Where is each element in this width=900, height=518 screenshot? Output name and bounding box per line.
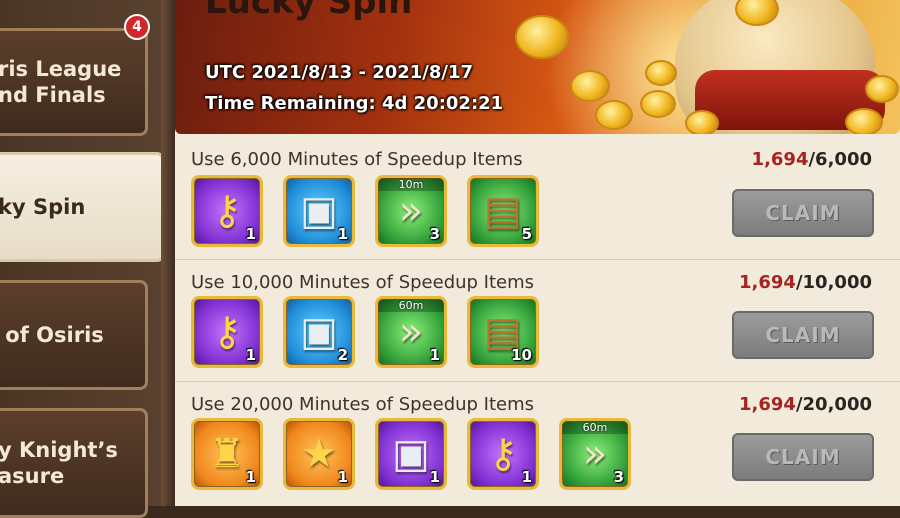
quest-row: Use 6,000 Minutes of Speedup Items 1,694…	[175, 137, 900, 260]
event-banner: Lucky Spin UTC 2021/8/13 - 2021/8/17 Tim…	[175, 0, 900, 134]
reward-quantity: 1	[245, 225, 256, 243]
sidebar-tab-of-osiris[interactable]: of Osiris	[0, 280, 148, 390]
claim-button[interactable]: CLAIM	[732, 189, 874, 237]
gold-coin-icon	[865, 75, 899, 103]
reward-quantity: 1	[245, 346, 256, 364]
reward-quantity: 1	[337, 225, 348, 243]
reward-item[interactable]: ⚷ 1	[191, 175, 263, 247]
reward-item[interactable]: ▣ 1	[283, 175, 355, 247]
reward-quantity: 1	[337, 468, 348, 486]
event-sidebar: ris League nd Finals 4 ky Spin of Osiris…	[0, 0, 176, 518]
quest-progress: 1,694/10,000	[739, 272, 872, 293]
reward-list: ⚷ 1 ▣ 2 60m» 1 ▤ 10	[191, 296, 539, 368]
gold-coin-icon	[845, 108, 883, 134]
reward-quantity: 1	[521, 468, 532, 486]
reward-quantity: 5	[521, 225, 532, 243]
gold-coin-icon	[685, 110, 719, 134]
event-date-range: UTC 2021/8/13 - 2021/8/17	[205, 62, 474, 83]
claim-button[interactable]: CLAIM	[732, 311, 874, 359]
reward-item[interactable]: ⚷ 1	[191, 296, 263, 368]
quest-title: Use 20,000 Minutes of Speedup Items	[191, 394, 535, 415]
reward-item[interactable]: 60m» 3	[559, 418, 631, 490]
reward-quantity: 3	[429, 225, 440, 243]
reward-item[interactable]: ▤ 10	[467, 296, 539, 368]
progress-current: 1,694	[739, 272, 796, 293]
reward-quantity: 1	[245, 468, 256, 486]
reward-quantity: 1	[429, 346, 440, 364]
progress-current: 1,694	[751, 149, 809, 170]
reward-quantity: 10	[511, 346, 532, 364]
reward-item[interactable]: ⚷ 1	[467, 418, 539, 490]
reward-item[interactable]: ▣ 2	[283, 296, 355, 368]
progress-total: /20,000	[795, 394, 872, 415]
progress-current: 1,694	[739, 394, 796, 415]
gold-coin-icon	[645, 60, 677, 86]
reward-list: ⚷ 1 ▣ 1 10m» 3 ▤ 5	[191, 175, 539, 247]
quest-title: Use 6,000 Minutes of Speedup Items	[191, 149, 523, 170]
progress-total: /6,000	[808, 149, 872, 170]
sidebar-tab-knights-treasure[interactable]: y Knight’s asure	[0, 408, 148, 518]
reward-list: ♜ 1 ★ 1 ▣ 1 ⚷ 1 60m» 3	[191, 418, 631, 490]
reward-item[interactable]: ★ 1	[283, 418, 355, 490]
progress-total: /10,000	[795, 272, 872, 293]
reward-item[interactable]: ♜ 1	[191, 418, 263, 490]
sidebar-tab-label: ky Spin	[0, 195, 86, 219]
sidebar-tab-osiris-league-finals[interactable]: ris League nd Finals	[0, 28, 148, 136]
quest-title: Use 10,000 Minutes of Speedup Items	[191, 272, 535, 293]
quest-row: Use 10,000 Minutes of Speedup Items 1,69…	[175, 260, 900, 382]
reward-quantity: 2	[337, 346, 348, 364]
reward-quantity: 1	[429, 468, 440, 486]
reward-item[interactable]: ▣ 1	[375, 418, 447, 490]
quest-row: Use 20,000 Minutes of Speedup Items 1,69…	[175, 382, 900, 506]
gold-coin-icon	[640, 90, 676, 118]
gold-coin-icon	[595, 100, 633, 130]
reward-item[interactable]: ▤ 5	[467, 175, 539, 247]
reward-quantity: 3	[613, 468, 624, 486]
time-remaining: Time Remaining: 4d 20:02:21	[205, 93, 504, 114]
sidebar-tab-label: y Knight’s asure	[0, 438, 118, 488]
sidebar-tab-label: of Osiris	[0, 323, 104, 347]
reward-item[interactable]: 10m» 3	[375, 175, 447, 247]
reward-item[interactable]: 60m» 1	[375, 296, 447, 368]
sidebar-tab-label: ris League nd Finals	[0, 57, 122, 107]
claim-button[interactable]: CLAIM	[732, 433, 874, 481]
event-title: Lucky Spin	[205, 0, 413, 22]
notification-badge: 4	[124, 14, 150, 40]
sidebar-tab-lucky-spin[interactable]: ky Spin	[0, 152, 176, 262]
gold-coin-icon	[570, 70, 610, 102]
quest-progress: 1,694/20,000	[739, 394, 872, 415]
gold-coin-icon	[515, 15, 569, 59]
event-panel: Lucky Spin UTC 2021/8/13 - 2021/8/17 Tim…	[175, 0, 900, 506]
quest-progress: 1,694/6,000	[752, 149, 872, 170]
